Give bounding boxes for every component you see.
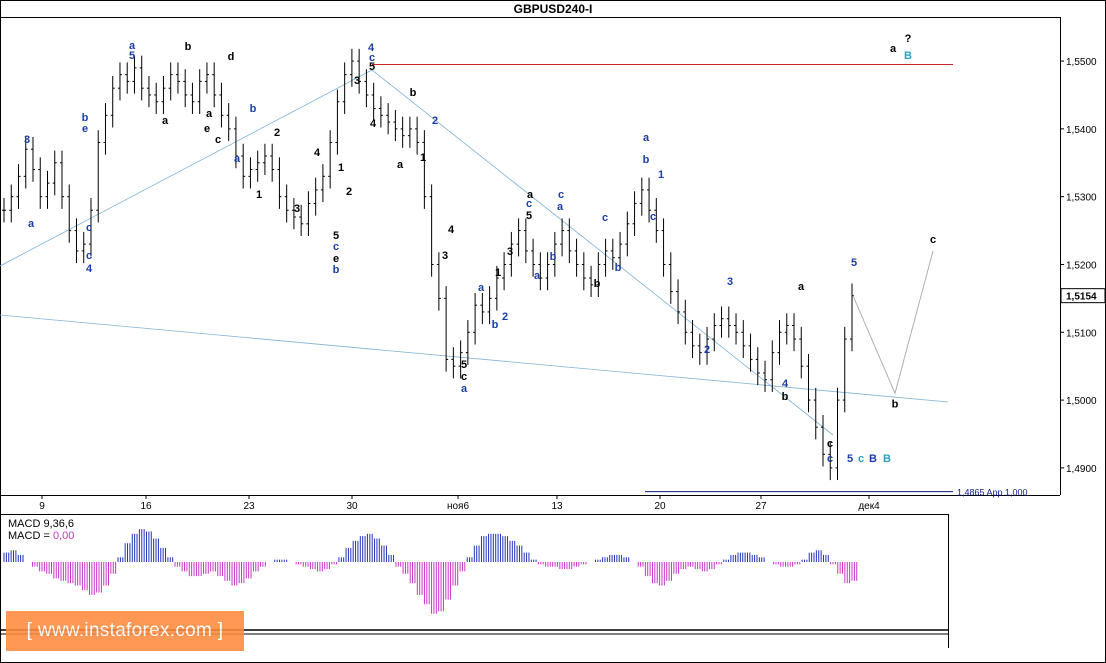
chart-title: GBPUSD240-I — [514, 2, 593, 16]
time-tick-label: 16 — [140, 501, 152, 512]
wave-label: c — [215, 134, 221, 146]
wave-label: 4 — [782, 378, 789, 390]
macd-value-line: MACD = 0,00 — [8, 530, 74, 542]
wave-label: a — [557, 201, 564, 213]
wave-label: b — [782, 391, 789, 403]
wave-label: b — [594, 278, 601, 290]
wave-label: ? — [905, 33, 912, 45]
price-tick-label: 1,5300 — [1066, 193, 1097, 204]
wave-label: e — [82, 123, 88, 135]
wave-label: 5 — [369, 61, 375, 73]
wave-label: b — [250, 103, 257, 115]
wave-label: 5 — [851, 257, 857, 269]
wave-label: 4 — [370, 118, 377, 130]
wave-label: b — [492, 319, 499, 331]
wave-label: c — [86, 250, 92, 262]
wave-label: 2 — [432, 115, 438, 127]
time-tick-label: дек4 — [858, 501, 880, 512]
wave-label: c — [86, 222, 92, 234]
wave-label: 2 — [346, 186, 352, 198]
wave-label: e — [204, 123, 210, 135]
wave-label: 2 — [704, 344, 710, 356]
time-tick-label: 30 — [346, 501, 358, 512]
projection-label: c — [930, 234, 936, 246]
wave-label: a — [234, 153, 241, 165]
wave-label: b — [333, 264, 340, 276]
time-tick-label: 13 — [551, 501, 563, 512]
wave-label: a — [28, 218, 35, 230]
wave-label: d — [228, 51, 235, 63]
wave-label: a — [798, 281, 805, 293]
wave-label: c — [650, 211, 656, 223]
wave-label: B — [869, 453, 877, 465]
wave-label: B — [883, 453, 891, 465]
price-tick-label: 1,5400 — [1066, 125, 1097, 136]
wave-label: a — [162, 115, 169, 127]
wave-label: 5 — [461, 359, 467, 371]
wave-label: a — [461, 383, 468, 395]
wave-label: 3 — [727, 276, 733, 288]
wave-label: 1 — [338, 162, 344, 174]
price-tick-label: 1,5000 — [1066, 396, 1097, 407]
watermark-logo: [ www.instaforex.com ] — [6, 611, 244, 651]
wave-label: b — [643, 154, 650, 166]
wave-label: a — [478, 282, 485, 294]
price-tick-label: 1,5200 — [1066, 260, 1097, 271]
projection-label: b — [892, 398, 899, 410]
price-tick-label: 1,4900 — [1066, 464, 1097, 475]
wave-label: c — [827, 453, 833, 465]
wave-label: 5 — [526, 210, 532, 222]
wave-label: 4 — [314, 147, 321, 159]
wave-label: b — [550, 251, 557, 263]
price-tick-label: 1,5100 — [1066, 328, 1097, 339]
wave-label: 4 — [448, 224, 455, 236]
wave-label: c — [526, 198, 532, 210]
time-tick-label: 9 — [39, 501, 45, 512]
time-tick-label: 23 — [243, 501, 255, 512]
wave-label: a — [643, 132, 650, 144]
wave-label: 3 — [24, 134, 30, 146]
wave-label: 2 — [274, 127, 280, 139]
wave-label: b — [185, 41, 192, 53]
wave-label: 1 — [420, 152, 426, 164]
wave-label: 2 — [502, 311, 508, 323]
wave-label: c — [461, 371, 467, 383]
wave-label: 5 — [847, 453, 853, 465]
wave-label: 4 — [86, 263, 93, 275]
wave-label: 1 — [495, 267, 501, 279]
current-price-label: 1,5154 — [1066, 292, 1097, 303]
wave-label: a — [397, 159, 404, 171]
wave-label: c — [333, 241, 339, 253]
wave-label: 3 — [294, 203, 300, 215]
time-tick-label: ноя6 — [447, 501, 469, 512]
macd-value: 0,00 — [53, 530, 74, 542]
wave-label: B — [904, 50, 912, 62]
price-tick-label: 1,5500 — [1066, 57, 1097, 68]
macd-value-prefix: MACD = — [8, 530, 53, 542]
wave-label: 1 — [658, 169, 664, 181]
current-price-box: 1,5154 — [1060, 288, 1106, 304]
wave-label: b — [410, 87, 417, 99]
chart-canvas: GBPUSD240-I 1,4865 App 1,000 bc 3becac4a… — [0, 0, 1106, 663]
time-tick-label: 20 — [654, 501, 666, 512]
wave-label: c — [602, 212, 608, 224]
wave-label: a — [206, 108, 213, 120]
wave-label: 3 — [354, 75, 360, 87]
wave-label: a — [534, 270, 541, 282]
wave-label: c — [558, 189, 564, 201]
wave-label: 3 — [507, 246, 513, 258]
wave-label: 1 — [256, 189, 262, 201]
time-tick-label: 27 — [755, 501, 767, 512]
level-label: 1,4865 App 1,000 — [957, 488, 1028, 498]
macd-label: MACD 9,36,6 — [8, 518, 74, 530]
wave-label: c — [827, 438, 833, 450]
wave-label: 3 — [442, 250, 448, 262]
wave-label: c — [858, 453, 864, 465]
wave-label: b — [615, 262, 622, 274]
wave-label: a — [890, 43, 897, 55]
wave-label: 5 — [129, 50, 135, 62]
